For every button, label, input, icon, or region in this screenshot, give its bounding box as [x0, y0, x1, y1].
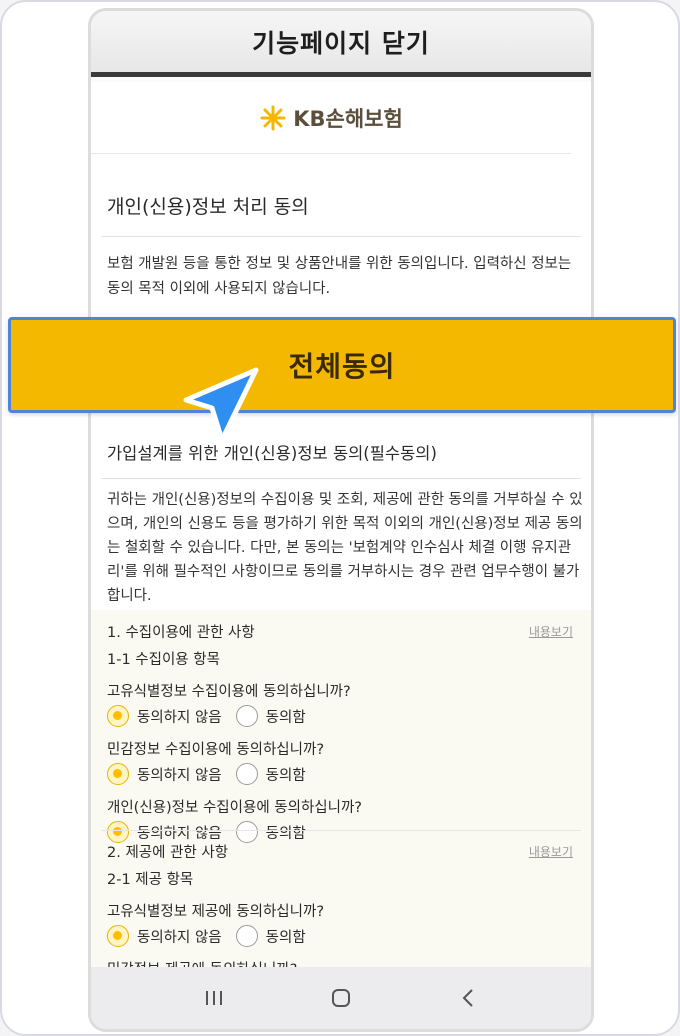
kb-logo: KB손해보험 — [259, 103, 403, 133]
radio-label[interactable]: 동의함 — [266, 764, 306, 785]
consent-form: 1. 수집이용에 관한 사항 내용보기 1-1 수집이용 항목 고유식별정보 수… — [91, 610, 591, 980]
radio-label[interactable]: 동의하지 않음 — [137, 764, 222, 785]
radio-disagree[interactable] — [107, 925, 129, 947]
section-description: 보험 개발원 등을 통한 정보 및 상품안내를 위한 동의입니다. 입력하신 정… — [107, 256, 572, 297]
radio-disagree[interactable] — [107, 763, 129, 785]
consent-sub-title: 2-1 제공 항목 — [107, 872, 194, 888]
view-details-link[interactable]: 내용보기 — [529, 623, 573, 640]
subsection-title: 가입설계를 위한 개인(신용)정보 동의(필수동의) — [107, 444, 437, 463]
consent-block-title: 2. 제공에 관한 사항 — [107, 844, 229, 861]
radio-disagree[interactable] — [107, 705, 129, 727]
consent-block-provision: 2. 제공에 관한 사항 내용보기 2-1 제공 항목 고유식별정보 제공에 동… — [107, 838, 573, 980]
consent-block-header: 2. 제공에 관한 사항 내용보기 — [107, 838, 573, 864]
radio-label[interactable]: 동의하지 않음 — [137, 706, 222, 727]
phone-screen: 기능페이지 닫기 KB손해보험 개인(신용)정보 처리 동의 보험 개발원 등을… — [88, 8, 594, 1032]
brand-name: KB손해보험 — [293, 106, 403, 131]
divider — [101, 236, 581, 237]
view-details-link[interactable]: 내용보기 — [529, 843, 573, 860]
consent-question: 고유식별정보 수집이용에 동의하십니까? — [107, 684, 351, 700]
radio-agree[interactable] — [235, 705, 258, 727]
radio-agree[interactable] — [235, 925, 258, 947]
consent-question: 민감정보 수집이용에 동의하십니까? — [107, 742, 325, 758]
consent-sub-title: 1-1 수집이용 항목 — [107, 652, 220, 668]
brand-header: KB손해보험 — [91, 82, 571, 154]
top-bar: 기능페이지 닫기 — [91, 11, 591, 77]
kb-star-icon — [260, 105, 286, 130]
section-title: 개인(신용)정보 처리 동의 — [107, 196, 309, 218]
radio-label[interactable]: 동의함 — [266, 926, 306, 947]
screenshot-frame: 기능페이지 닫기 KB손해보험 개인(신용)정보 처리 동의 보험 개발원 등을… — [0, 0, 680, 1036]
radio-agree[interactable] — [235, 763, 258, 785]
radio-label[interactable]: 동의함 — [266, 706, 306, 727]
radio-label[interactable]: 동의하지 않음 — [137, 926, 222, 947]
recent-apps-icon[interactable] — [199, 983, 229, 1013]
consent-question: 고유식별정보 제공에 동의하십니까? — [107, 904, 325, 920]
consent-block-header: 1. 수집이용에 관한 사항 내용보기 — [107, 618, 573, 644]
back-icon[interactable] — [453, 983, 483, 1013]
radio-group: 동의하지 않음 동의함 — [107, 702, 573, 730]
home-icon[interactable] — [326, 983, 356, 1013]
consent-block-collection: 1. 수집이용에 관한 사항 내용보기 1-1 수집이용 항목 고유식별정보 수… — [107, 618, 573, 846]
divider — [101, 830, 581, 831]
radio-group: 동의하지 않음 동의함 — [107, 760, 573, 788]
pointer-cursor-icon — [183, 367, 259, 443]
consent-block-title: 1. 수집이용에 관한 사항 — [107, 624, 255, 641]
consent-question: 개인(신용)정보 수집이용에 동의하십니까? — [107, 800, 363, 816]
page-content[interactable]: KB손해보험 개인(신용)정보 처리 동의 보험 개발원 등을 통한 정보 및 … — [91, 82, 591, 980]
radio-group: 동의하지 않음 동의함 — [107, 922, 573, 950]
android-nav-bar — [91, 967, 591, 1029]
agree-all-label[interactable]: 전체동의 — [288, 345, 395, 385]
close-feature-page-button[interactable]: 기능페이지 닫기 — [252, 24, 430, 60]
subsection-description: 귀하는 개인(신용)정보의 수집이용 및 조회, 제공에 관한 동의를 거부하실… — [107, 492, 583, 604]
agree-all-button[interactable]: 전체동의 — [8, 317, 676, 413]
divider — [101, 478, 581, 479]
